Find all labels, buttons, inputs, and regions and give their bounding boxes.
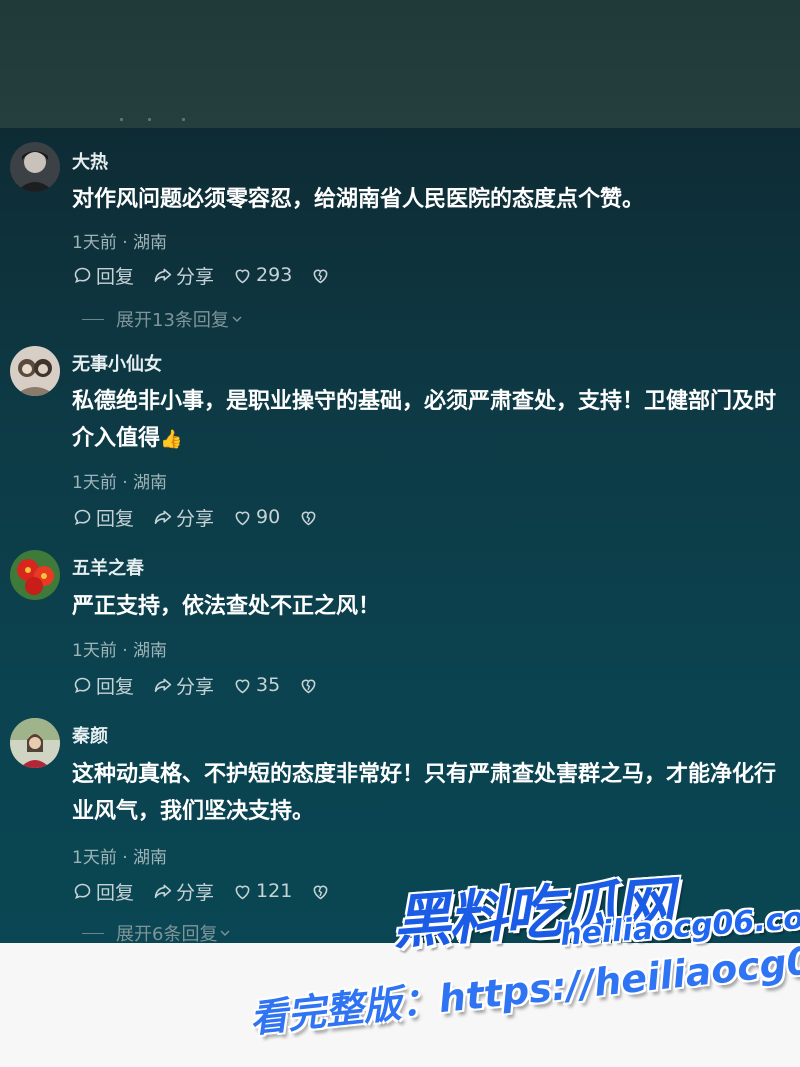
like-button[interactable]: 90 [232,506,280,528]
reply-button[interactable]: 回复 [72,672,134,699]
share-arrow-icon [154,678,172,692]
avatar[interactable] [10,718,60,768]
share-label: 分享 [176,675,215,698]
username[interactable]: 五羊之春 [72,554,144,580]
like-button[interactable]: 35 [232,674,280,696]
expand-replies-button[interactable]: 展开13条回复 [82,306,245,332]
like-count: 35 [256,674,281,696]
comment-bubble-icon [74,677,91,693]
comment-bubble-icon [74,267,91,283]
comment-actions: 回复 分享 90 [72,504,340,530]
username[interactable]: 大热 [72,148,108,174]
comment-bubble-icon [74,509,91,525]
heart-icon [235,511,250,525]
heart-icon [235,885,250,899]
comment-bubble-icon [74,883,91,899]
reply-label: 回复 [96,507,135,530]
dislike-button[interactable] [298,675,322,696]
reply-label: 回复 [96,265,135,288]
comment-meta: 1天前 · 湖南 [72,473,168,493]
thumbs-up-emoji: 👍 [160,428,183,450]
share-label: 分享 [176,265,215,288]
reply-label: 回复 [96,881,135,904]
avatar[interactable] [10,346,60,396]
comment-text: 严正支持，依法查处不正之风！ [72,594,381,619]
reply-button[interactable]: 回复 [72,504,134,531]
username[interactable]: 无事小仙女 [72,350,162,376]
share-label: 分享 [176,881,215,904]
expand-replies-label: 展开13条回复 [116,310,229,331]
comment-actions: 回复 分享 121 [72,878,352,904]
share-arrow-icon [154,510,172,524]
like-button[interactable]: 293 [232,264,292,286]
broken-heart-icon [301,679,316,693]
reply-button[interactable]: 回复 [72,878,134,905]
comments-panel: 大热 对作风问题必须零容忍，给湖南省人民医院的态度点个赞。 1天前 · 湖南 回… [0,128,800,943]
comment-actions: 回复 分享 35 [72,672,340,698]
heart-icon [235,269,250,283]
share-arrow-icon [154,884,172,898]
comment-text: 这种动真格、不护短的态度非常好！只有严肃查处害群之马，才能净化行业风气，我们坚决… [72,762,777,824]
avatar[interactable] [10,142,60,192]
comment-meta: 1天前 · 湖南 [72,848,168,868]
broken-heart-icon [313,885,328,899]
like-count: 121 [256,880,293,902]
chevron-down-icon [232,316,242,322]
comment-text: 私德绝非小事，是职业操守的基础，必须严肃查处，支持！卫健部门及时介入值得👍 [72,383,787,458]
broken-heart-icon [301,511,316,525]
like-count: 293 [256,264,293,286]
broken-heart-icon [313,269,328,283]
heart-icon [235,679,250,693]
share-button[interactable]: 分享 [152,878,214,905]
expand-replies-button[interactable]: 展开6条回复 [82,920,233,943]
comment-meta: 1天前 · 湖南 [72,641,168,661]
like-count: 90 [256,506,281,528]
comment-meta: 1天前 · 湖南 [72,233,168,253]
dislike-button[interactable] [310,265,334,286]
share-button[interactable]: 分享 [152,262,214,289]
comment-text: 对作风问题必须零容忍，给湖南省人民医院的态度点个赞。 [72,187,645,212]
expand-replies-label: 展开6条回复 [116,924,218,943]
avatar[interactable] [10,550,60,600]
share-button[interactable]: 分享 [152,672,214,699]
username[interactable]: 秦颜 [72,722,108,748]
dislike-button[interactable] [298,507,322,528]
comment-actions: 回复 分享 293 [72,262,352,288]
like-button[interactable]: 121 [232,880,292,902]
chevron-down-icon [220,930,230,936]
reply-label: 回复 [96,675,135,698]
share-label: 分享 [176,507,215,530]
share-arrow-icon [154,268,172,282]
dislike-button[interactable] [310,881,334,902]
video-area-top [0,0,800,128]
reply-button[interactable]: 回复 [72,262,134,289]
share-button[interactable]: 分享 [152,504,214,531]
progress-ticks [120,118,200,122]
